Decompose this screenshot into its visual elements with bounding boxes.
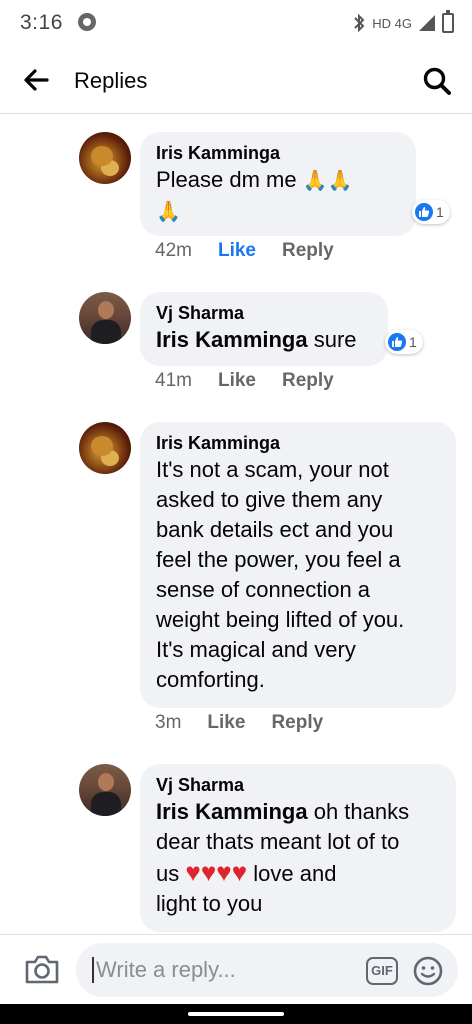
status-indicators: HD 4G	[352, 10, 454, 34]
like-button[interactable]: Like	[218, 240, 256, 262]
status-bar: 3:16 HD 4G	[0, 0, 472, 46]
comment-text-line: comforting.	[156, 667, 265, 692]
comment-text: us ♥♥♥♥ love and	[156, 857, 440, 889]
comment-author[interactable]: Iris Kamminga	[156, 141, 400, 165]
comment-author[interactable]: Iris Kamminga	[156, 431, 440, 455]
like-icon	[388, 333, 406, 351]
reaction-badge[interactable]: 1	[385, 330, 423, 354]
avatar[interactable]	[79, 132, 131, 184]
comment-text: 🙏	[156, 196, 400, 227]
folded-hands-emoji: 🙏🙏	[302, 170, 353, 192]
reply-button[interactable]: Reply	[282, 240, 334, 262]
like-button[interactable]: Like	[207, 712, 245, 734]
comment-actions: 3m Like Reply	[155, 712, 349, 734]
signal-icon	[419, 15, 435, 31]
reaction-badge[interactable]: 1	[412, 200, 450, 224]
avatar[interactable]	[79, 764, 131, 816]
arrow-left-icon[interactable]	[22, 66, 50, 94]
mention-link[interactable]: Iris Kamminga	[156, 327, 308, 352]
reply-button[interactable]: Reply	[271, 712, 323, 734]
comment-text-line: oh thanks	[307, 799, 410, 824]
like-icon	[415, 203, 433, 221]
header: Replies	[0, 46, 472, 114]
app-notification-icon	[78, 13, 96, 31]
comment-text: Please dm me 🙏🙏	[156, 165, 400, 196]
folded-hands-emoji: 🙏	[156, 201, 181, 223]
battery-icon	[442, 10, 454, 33]
comment-text-line: asked to give them any	[156, 487, 383, 512]
red-hearts-emoji: ♥♥♥♥	[185, 857, 248, 887]
text-cursor	[92, 957, 94, 983]
comment-bubble: Iris Kamminga It's not a scam, your not …	[140, 422, 456, 708]
gif-icon[interactable]: GIF	[366, 957, 398, 985]
bluetooth-icon	[354, 13, 365, 33]
comment-text-line: sure	[307, 327, 357, 352]
home-indicator[interactable]	[188, 1012, 284, 1016]
status-time: 3:16	[20, 11, 63, 34]
system-nav-bar	[0, 1004, 472, 1024]
reply-input[interactable]	[96, 955, 356, 985]
mention-link[interactable]: Iris Kamminga	[156, 799, 308, 824]
comment-text-line: It's not a scam, your not	[156, 457, 389, 482]
comment-text-line: dear thats meant lot of to	[156, 829, 400, 854]
comment-actions: 42m Like Reply	[155, 240, 360, 262]
smile-icon[interactable]	[412, 955, 444, 987]
comment-text-line: light to you	[156, 891, 263, 916]
camera-icon[interactable]	[24, 953, 60, 985]
avatar[interactable]	[79, 292, 131, 344]
comment-text-line: It's magical and very	[156, 637, 356, 662]
page-title: Replies	[74, 68, 148, 93]
comment-text-line: weight being lifted of you.	[156, 607, 405, 632]
like-button[interactable]: Like	[218, 370, 256, 392]
reply-composer: GIF	[0, 934, 472, 1004]
comment-bubble: Vj Sharma Iris Kamminga sure	[140, 292, 388, 366]
comment-text-line: us	[156, 861, 180, 886]
comment-text-line: feel the power, you feel a	[156, 547, 401, 572]
comment-author[interactable]: Vj Sharma	[156, 301, 372, 325]
reaction-count: 1	[409, 334, 417, 350]
comment-timestamp: 42m	[155, 240, 192, 261]
search-icon[interactable]	[422, 66, 452, 96]
reaction-count: 1	[436, 204, 444, 220]
network-label: HD 4G	[372, 15, 412, 31]
comment-text-line: bank details ect and you	[156, 517, 394, 542]
comment-actions: 41m Like Reply	[155, 370, 360, 392]
comment-bubble: Vj Sharma Iris Kamminga oh thanks dear t…	[140, 764, 456, 932]
comment-text: Iris Kamminga sure	[156, 325, 372, 355]
comment-text-line: sense of connection a	[156, 577, 371, 602]
comment-timestamp: 3m	[155, 712, 182, 733]
reply-button[interactable]: Reply	[282, 370, 334, 392]
comment-text: Iris Kamminga oh thanks	[156, 797, 440, 827]
comment-author[interactable]: Vj Sharma	[156, 773, 440, 797]
comment-thread: Iris Kamminga Please dm me 🙏🙏 🙏 1 42m Li…	[0, 114, 472, 934]
comment-timestamp: 41m	[155, 370, 192, 391]
reply-box[interactable]: GIF	[76, 943, 458, 997]
comment-bubble: Iris Kamminga Please dm me 🙏🙏 🙏	[140, 132, 416, 236]
comment-text-line: Please dm me	[156, 167, 297, 192]
comment-text-line: love and	[253, 861, 337, 886]
avatar[interactable]	[79, 422, 131, 474]
